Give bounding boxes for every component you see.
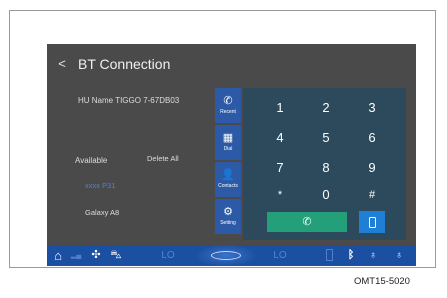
temp-right-label[interactable]: LO	[271, 245, 289, 266]
phone-device-button[interactable]	[359, 211, 385, 233]
phone-status-icon	[325, 245, 333, 266]
dial-key-4[interactable]: 4	[265, 128, 295, 148]
tab-dial[interactable]: ▦ Dial	[215, 125, 241, 160]
tab-setting-label: Setting	[220, 220, 236, 226]
person-icon: 👤	[221, 169, 235, 181]
seat-heat-right-icon[interactable]: ♁	[393, 245, 405, 266]
delete-all-button[interactable]: Delete All	[147, 154, 179, 163]
tab-contacts[interactable]: 👤 Contacts	[215, 162, 241, 197]
tab-recent[interactable]: ✆ Recent	[215, 88, 241, 123]
temp-left-label[interactable]: LO	[159, 245, 177, 266]
device-item[interactable]: Galaxy A8	[85, 208, 119, 217]
figure-caption: OMT15-5020	[354, 276, 410, 287]
seat-heat-left-icon[interactable]: ♁	[367, 245, 379, 266]
dial-key-7[interactable]: 7	[265, 158, 295, 178]
call-button[interactable]: ✆	[267, 212, 347, 232]
dial-key-star[interactable]: *	[265, 185, 295, 205]
dial-key-1[interactable]: 1	[265, 98, 295, 118]
tab-setting[interactable]: ⚙ Setting	[215, 199, 241, 234]
back-button[interactable]: <	[55, 56, 69, 72]
dial-key-0[interactable]: 0	[311, 185, 341, 205]
dial-key-9[interactable]: 9	[357, 158, 387, 178]
device-item-selected[interactable]: xxxx P31	[85, 181, 115, 190]
dial-key-6[interactable]: 6	[357, 128, 387, 148]
head-unit-screen: < BT Connection HU Name TIGGO 7-67DB03 A…	[47, 44, 416, 266]
home-icon[interactable]: ⌂	[51, 245, 65, 266]
phone-recent-icon: ✆	[223, 95, 233, 107]
tab-dial-label: Dial	[223, 146, 233, 152]
tab-recent-label: Recent	[220, 109, 236, 115]
page-title: BT Connection	[78, 56, 171, 72]
phone-call-icon: ✆	[302, 216, 312, 228]
dial-key-5[interactable]: 5	[311, 128, 341, 148]
fan-icon[interactable]: ✣	[89, 245, 103, 266]
dial-key-2[interactable]: 2	[311, 98, 341, 118]
phone-side-tabs: ✆ Recent ▦ Dial 👤 Contacts ⚙ Setting	[215, 88, 241, 236]
dialpad: 1 2 3 4 5 6 7 8 9 * 0 # ✆	[243, 88, 406, 240]
bluetooth-icon: ᛒ	[347, 249, 355, 261]
dial-key-hash[interactable]: #	[357, 185, 387, 205]
tab-contacts-label: Contacts	[218, 183, 238, 189]
brand-logo-icon	[211, 251, 241, 260]
available-label: Available	[75, 156, 108, 165]
bottom-status-bar: ⌂ ▂▄ ✣ ⛍ LO LO ᛒ ♁ ♁	[47, 245, 416, 266]
dialpad-icon: ▦	[222, 132, 234, 144]
smartphone-icon	[368, 216, 376, 228]
hu-name-label: HU Name TIGGO 7-67DB03	[78, 96, 180, 105]
car-air-icon[interactable]: ⛍	[107, 245, 125, 266]
signal-icon: ▂▄	[70, 252, 82, 259]
dial-key-8[interactable]: 8	[311, 158, 341, 178]
gear-icon: ⚙	[223, 206, 233, 218]
dial-key-3[interactable]: 3	[357, 98, 387, 118]
